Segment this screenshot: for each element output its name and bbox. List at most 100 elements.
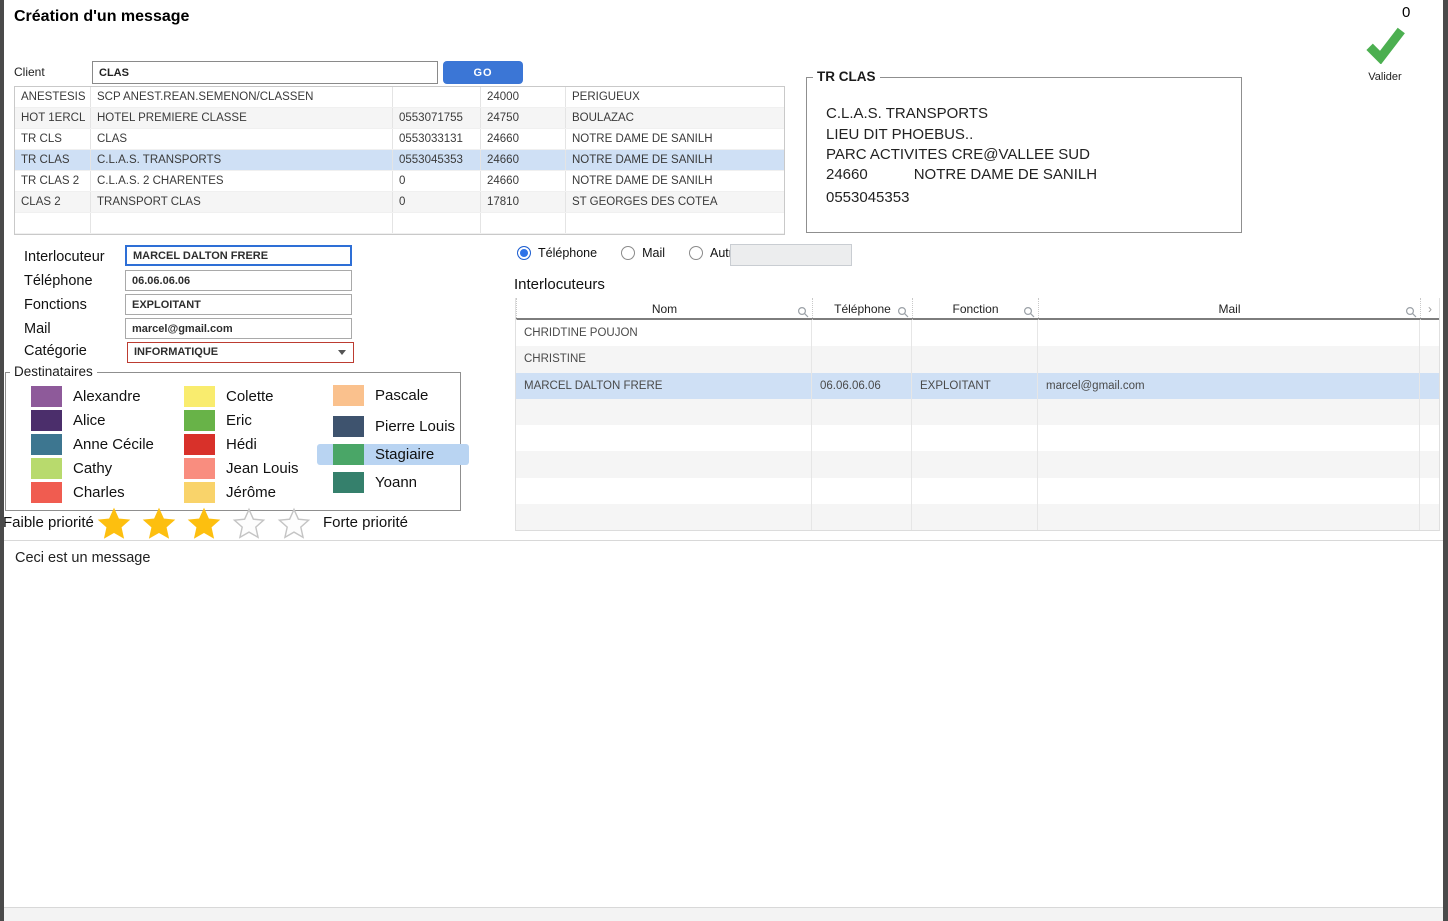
interlocuteur-row[interactable] — [516, 399, 1439, 425]
destinataire-yoann[interactable]: Yoann — [333, 472, 455, 493]
destinataire-label: Stagiaire — [375, 446, 434, 463]
interlocuteurs-title: Interlocuteurs — [514, 276, 605, 293]
client-table-cell-city: PERIGUEUX — [566, 87, 786, 107]
fonctions-label: Fonctions — [24, 297, 87, 313]
counter-value: 0 — [1402, 4, 1410, 21]
client-search-input[interactable] — [92, 61, 438, 84]
interlocuteur-row[interactable] — [516, 504, 1439, 530]
client-table-cell-code: ANESTESIS — [15, 87, 91, 107]
interlocuteur-row[interactable] — [516, 425, 1439, 451]
client-table-cell-name — [91, 213, 393, 233]
client-details-city: NOTRE DAME DE SANILH — [914, 166, 1097, 183]
star-empty-icon[interactable] — [277, 507, 311, 541]
client-details-cp-city: 24660NOTRE DAME DE SANILH — [826, 166, 1097, 183]
client-table-cell-name: TRANSPORT CLAS — [91, 192, 393, 212]
destinataire-anne-ce-cile[interactable]: Anne Cécile — [31, 434, 154, 455]
header-expand-chevron-icon[interactable]: › — [1420, 298, 1439, 320]
star-filled-icon[interactable] — [142, 507, 176, 541]
interlocuteur-row[interactable] — [516, 451, 1439, 477]
priority-high-label: Forte priorité — [323, 514, 408, 531]
destinataire-charles[interactable]: Charles — [31, 482, 154, 503]
client-table-row[interactable] — [15, 213, 784, 234]
radio-button-icon[interactable] — [689, 246, 703, 260]
color-swatch-icon — [333, 472, 364, 493]
validate-label: Valider — [1352, 71, 1418, 83]
interlocuteur-cell-filler — [1420, 451, 1439, 477]
destinataires-column-3: Pascale Pierre Louis Stagiaire Yoann — [333, 385, 455, 493]
star-empty-icon[interactable] — [232, 507, 266, 541]
go-button[interactable]: GO — [443, 61, 523, 84]
search-icon[interactable] — [1023, 303, 1035, 325]
client-table-row[interactable]: ANESTESISSCP ANEST.REAN.SEMENON/CLASSEN2… — [15, 87, 784, 108]
radio-button-icon[interactable] — [517, 246, 531, 260]
fonctions-input[interactable] — [125, 294, 352, 315]
client-table-cell-cp: 24660 — [481, 171, 566, 191]
mail-label: Mail — [24, 321, 51, 337]
interlocuteur-cell-filler — [1420, 399, 1439, 425]
destinataire-stagiaire[interactable]: Stagiaire — [317, 444, 469, 465]
destinataire-pascale[interactable]: Pascale — [333, 385, 455, 406]
radio-mail[interactable]: Mail — [621, 246, 665, 260]
search-icon[interactable] — [797, 303, 809, 325]
color-swatch-icon — [184, 410, 215, 431]
interlocuteur-cell-tel — [812, 478, 912, 504]
interlocuteur-row[interactable] — [516, 478, 1439, 504]
contact-type-radio-group: TéléphoneMailAutre — [517, 246, 740, 260]
interlocuteur-cell-filler — [1420, 425, 1439, 451]
destinataire-eric[interactable]: Eric — [184, 410, 299, 431]
destinataire-cathy[interactable]: Cathy — [31, 458, 154, 479]
destinataire-je-ro-me[interactable]: Jérôme — [184, 482, 299, 503]
destinataire-he-di[interactable]: Hédi — [184, 434, 299, 455]
interlocuteur-cell-nom — [516, 425, 812, 451]
destinataire-colette[interactable]: Colette — [184, 386, 299, 407]
interlocuteur-cell-fonction — [912, 478, 1038, 504]
destinataire-pierre-louis[interactable]: Pierre Louis — [333, 416, 455, 437]
client-table-row[interactable]: TR CLAS 2C.L.A.S. 2 CHARENTES024660NOTRE… — [15, 171, 784, 192]
interlocuteur-cell-mail — [1038, 504, 1420, 530]
column-header-mail[interactable]: Mail — [1038, 298, 1420, 320]
destinataire-label: Hédi — [226, 436, 257, 453]
interlocuteur-row[interactable]: CHRIDTINE POUJON — [516, 320, 1439, 346]
destinataires-column-2: Colette Eric Hédi Jean Louis Jérôme — [184, 386, 299, 503]
validate-button[interactable]: Valider — [1352, 26, 1418, 83]
destinataire-alice[interactable]: Alice — [31, 410, 154, 431]
search-icon[interactable] — [1405, 303, 1417, 325]
interlocuteur-input[interactable] — [125, 245, 352, 266]
column-header-nom[interactable]: Nom — [516, 298, 812, 320]
interlocuteur-cell-filler — [1420, 320, 1439, 346]
destinataire-label: Colette — [226, 388, 274, 405]
categorie-dropdown[interactable]: INFORMATIQUE — [127, 342, 354, 363]
interlocuteur-cell-nom: CHRIDTINE POUJON — [516, 320, 812, 346]
interlocuteur-row[interactable]: MARCEL DALTON FRERE06.06.06.06EXPLOITANT… — [516, 373, 1439, 399]
interlocuteur-cell-fonction — [912, 451, 1038, 477]
destinataire-alexandre[interactable]: Alexandre — [31, 386, 154, 407]
column-header-fonction[interactable]: Fonction — [912, 298, 1038, 320]
star-filled-icon[interactable] — [97, 507, 131, 541]
radio-telephone[interactable]: Téléphone — [517, 246, 597, 260]
message-textarea[interactable]: Ceci est un message — [3, 540, 1444, 908]
telephone-input[interactable] — [125, 270, 352, 291]
interlocuteur-row[interactable]: CHRISTINE — [516, 346, 1439, 372]
destinataire-jean-louis[interactable]: Jean Louis — [184, 458, 299, 479]
color-swatch-icon — [31, 458, 62, 479]
interlocuteur-cell-mail — [1038, 478, 1420, 504]
client-table-row[interactable]: TR CLASC.L.A.S. TRANSPORTS05530453532466… — [15, 150, 784, 171]
color-swatch-icon — [184, 434, 215, 455]
column-header-telephone[interactable]: Téléphone — [812, 298, 912, 320]
client-table-cell-cp: 24660 — [481, 150, 566, 170]
color-swatch-icon — [333, 444, 364, 465]
interlocuteur-cell-tel — [812, 399, 912, 425]
client-table-row[interactable]: TR CLSCLAS055303313124660NOTRE DAME DE S… — [15, 129, 784, 150]
interlocuteur-cell-nom: MARCEL DALTON FRERE — [516, 373, 812, 399]
interlocuteur-cell-tel — [812, 504, 912, 530]
other-contact-input[interactable] — [730, 244, 852, 266]
color-swatch-icon — [184, 458, 215, 479]
client-table-cell-phone — [393, 213, 481, 233]
star-filled-icon[interactable] — [187, 507, 221, 541]
search-icon[interactable] — [897, 303, 909, 325]
radio-button-icon[interactable] — [621, 246, 635, 260]
client-table-row[interactable]: HOT 1ERCLHOTEL PREMIERE CLASSE0553071755… — [15, 108, 784, 129]
client-table-row[interactable]: CLAS 2TRANSPORT CLAS017810ST GEORGES DES… — [15, 192, 784, 213]
mail-input[interactable] — [125, 318, 352, 339]
client-table-cell-phone: 0 — [393, 192, 481, 212]
